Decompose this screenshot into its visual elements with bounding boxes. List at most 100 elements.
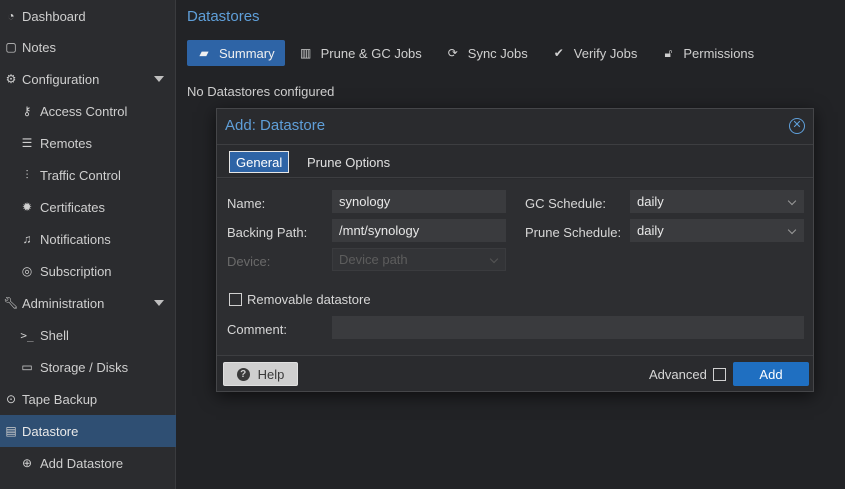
tab-permissions[interactable]: 🔓︎ Permissions [651, 40, 764, 66]
book-icon: ▰ [199, 46, 209, 60]
sidebar-item-tape-backup[interactable]: ⊙ Tape Backup [0, 383, 176, 415]
name-value: synology [339, 194, 391, 209]
sidebar-item-label: Dashboard [22, 8, 86, 24]
backing-path-input[interactable]: /mnt/synology [332, 219, 506, 242]
help-label: Help [257, 366, 285, 382]
dialog-form: Name: synology Backing Path: /mnt/synolo… [217, 179, 813, 355]
sidebar: ◔ Dashboard ▢ Notes ⚙ Configuration ⚷ Ac… [0, 0, 176, 489]
tab-prune-options[interactable]: Prune Options [301, 151, 396, 173]
bell-icon: ♫ [22, 232, 32, 246]
certificate-icon: ✹ [21, 200, 33, 214]
sidebar-item-label: Shell [40, 327, 69, 343]
removable-label: Removable datastore [247, 292, 371, 307]
tab-label: Sync Jobs [467, 45, 528, 61]
sidebar-item-subscription[interactable]: ◎ Subscription [0, 255, 176, 287]
sidebar-item-datastore[interactable]: ▤ Datastore [0, 415, 176, 447]
tab-label: Permissions [683, 45, 755, 61]
sidebar-item-add-datastore[interactable]: ⊕ Add Datastore [0, 447, 176, 479]
sidebar-item-storage-disks[interactable]: ▭ Storage / Disks [0, 351, 176, 383]
tab-sync-jobs[interactable]: ⟳ Sync Jobs [436, 40, 538, 66]
sidebar-item-traffic-control[interactable]: ⫶ Traffic Control [0, 159, 176, 191]
gc-schedule-select[interactable]: daily [630, 190, 804, 213]
key-icon: ⚷ [22, 104, 32, 118]
device-select[interactable]: Device path [332, 248, 506, 271]
add-datastore-dialog: Add: Datastore ✕ General Prune Options N… [216, 108, 814, 392]
device-placeholder: Device path [339, 252, 408, 267]
sidebar-item-dashboard[interactable]: ◔ Dashboard [0, 0, 176, 32]
add-label: Add [759, 366, 783, 382]
dialog-footer: ? Help Advanced Add [217, 355, 813, 391]
question-icon: ? [236, 367, 250, 381]
page-title: Datastores [187, 8, 260, 25]
prune-schedule-value: daily [637, 223, 664, 238]
sidebar-item-notifications[interactable]: ♫ Notifications [0, 223, 176, 255]
chevron-down-icon[interactable] [154, 76, 164, 82]
support-icon: ◎ [21, 264, 33, 278]
gears-icon: ⚙ [5, 72, 17, 86]
sidebar-item-administration[interactable]: 🔧︎ Administration [0, 287, 176, 319]
comment-label: Comment: [227, 322, 287, 337]
unlock-icon: 🔓︎ [664, 45, 673, 60]
tab-label: Prune & GC Jobs [320, 45, 422, 61]
device-label: Device: [227, 254, 271, 269]
tab-summary[interactable]: ▰ Summary [187, 40, 285, 66]
close-icon[interactable]: ✕ [789, 118, 805, 134]
sidebar-item-configuration[interactable]: ⚙ Configuration [0, 63, 176, 95]
tab-general[interactable]: General [229, 151, 290, 173]
terminal-icon: >_ [20, 328, 34, 342]
sidebar-item-label: Administration [22, 295, 105, 311]
backing-path-value: /mnt/synology [339, 223, 420, 238]
help-button[interactable]: ? Help [223, 362, 298, 386]
sidebar-item-label: Datastore [22, 423, 79, 439]
notes-icon: ▢ [5, 40, 17, 54]
chevron-down-icon [787, 225, 797, 235]
add-button[interactable]: Add [733, 362, 809, 386]
advanced-checkbox[interactable] [713, 368, 726, 381]
sidebar-item-access-control[interactable]: ⚷ Access Control [0, 95, 176, 127]
chart-icon: ⫶ [25, 167, 29, 182]
archive-icon: ▤ [5, 424, 17, 438]
dialog-title: Add: Datastore [225, 117, 326, 134]
sidebar-item-label: Storage / Disks [40, 359, 129, 375]
wrench-icon: 🔧︎ [3, 296, 19, 310]
server-icon: ☰ [21, 136, 33, 150]
dashboard-icon: ◔ [7, 9, 15, 23]
sidebar-item-label: Certificates [40, 199, 106, 215]
empty-message: No Datastores configured [187, 84, 335, 99]
sidebar-item-notes[interactable]: ▢ Notes [0, 31, 176, 63]
gc-schedule-value: daily [637, 194, 664, 209]
sidebar-item-shell[interactable]: >_ Shell [0, 319, 176, 351]
dialog-tab-bar: General Prune Options [217, 144, 813, 178]
tab-label: Verify Jobs [573, 45, 638, 61]
chevron-down-icon [489, 254, 499, 264]
name-input[interactable]: synology [332, 190, 506, 213]
sidebar-item-label: Tape Backup [22, 391, 98, 407]
advanced-label: Advanced [649, 367, 707, 382]
sidebar-item-certificates[interactable]: ✹ Certificates [0, 191, 176, 223]
comment-input[interactable] [332, 316, 804, 339]
sidebar-item-remotes[interactable]: ☰ Remotes [0, 127, 176, 159]
sidebar-item-label: Traffic Control [40, 167, 121, 183]
sidebar-item-label: Configuration [22, 71, 100, 87]
tab-bar: ▰ Summary ▥ Prune & GC Jobs ⟳ Sync Jobs … [187, 40, 768, 66]
trash-icon: ▥ [299, 46, 312, 60]
name-label: Name: [227, 196, 266, 211]
sidebar-item-label: Subscription [40, 263, 112, 279]
tab-prune-gc-jobs[interactable]: ▥ Prune & GC Jobs [289, 40, 432, 66]
tab-label: Summary [219, 45, 275, 61]
tab-verify-jobs[interactable]: ✔ Verify Jobs [542, 40, 648, 66]
chevron-down-icon[interactable] [154, 300, 164, 306]
sidebar-item-label: Access Control [40, 103, 128, 119]
hdd-icon: ▭ [21, 360, 33, 374]
removable-checkbox[interactable] [229, 293, 242, 306]
prune-schedule-select[interactable]: daily [630, 219, 804, 242]
tape-icon: ⊙ [5, 392, 17, 406]
plus-circle-icon: ⊕ [21, 456, 33, 470]
sidebar-item-label: Remotes [40, 135, 93, 151]
sidebar-item-label: Add Datastore [40, 455, 124, 471]
check-circle-icon: ✔ [553, 46, 564, 60]
gc-schedule-label: GC Schedule: [525, 196, 606, 211]
backing-path-label: Backing Path: [227, 225, 308, 240]
prune-schedule-label: Prune Schedule: [525, 225, 622, 240]
sidebar-item-label: Notifications [40, 231, 111, 247]
